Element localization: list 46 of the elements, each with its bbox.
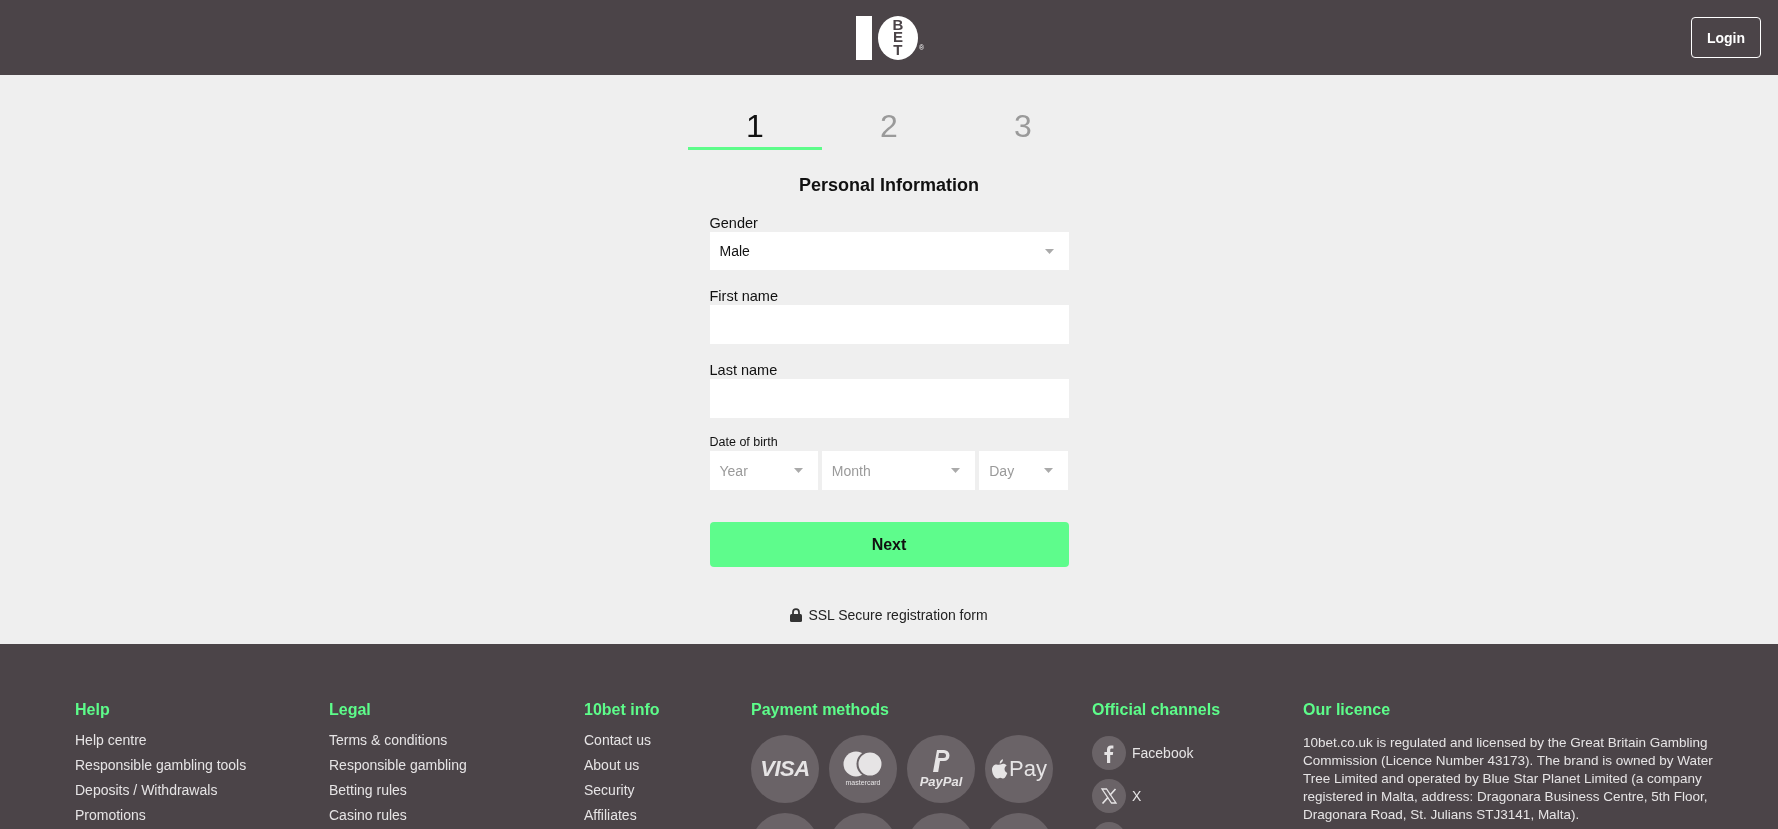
field-label: First name [709,287,778,305]
overlapping-circles-icon [843,751,883,777]
footer-link[interactable]: About us [584,756,640,775]
next-button[interactable]: Next [709,522,1069,567]
logo-bar-icon [855,15,872,60]
footer-heading: Help [75,700,110,720]
field-label: Date of birth [709,435,778,450]
caret-icon [793,468,803,473]
field-label: Last name [709,361,778,379]
login-button[interactable]: Login [1691,17,1761,58]
caret-icon [951,468,961,473]
step-tab[interactable]: 1 [688,106,822,150]
footer-heading: Official channels [1092,700,1221,720]
footer-link[interactable]: Affiliates [584,806,637,825]
footer-heading: Our licence [1303,700,1391,720]
footer-link[interactable]: Promotions [75,806,146,825]
lock-icon [790,608,803,622]
footer-link[interactable]: Terms & conditions [329,731,448,750]
field-label: Gender [709,214,758,232]
apple-icon [991,759,1009,779]
licence-text: 10bet.co.uk is regulated and licensed by the Great Britain Gambling Commission (Licence Number 43173). The brand is owned by Water Tree Limited and operated by Blue Star Planet Limited (a company registered in Malta, address: Dragonara Business Centre, 5th Floor, Dragonara Road, St. Julians STJ3141, Malta). [1303,734,1714,824]
payment-logo-text: VISA [760,757,810,781]
x-logo-icon[interactable] [1092,779,1126,813]
p-logo-icon [932,749,950,772]
footer-link[interactable]: Security [584,781,635,800]
footer-link[interactable]: Casino rules [329,806,407,825]
payment-logo-text: PayPal [919,773,963,789]
caret-icon [1044,248,1054,254]
footer-link[interactable]: Contact us [584,731,651,750]
footer-link[interactable]: Deposits / Withdrawals [75,781,218,800]
footer-heading: Legal [329,700,371,720]
channel-link[interactable]: X [1132,787,1142,805]
dropdown-field[interactable]: Male [709,232,1069,270]
footer-link[interactable]: Responsible gambling tools [75,756,247,775]
footer-heading: Payment methods [751,700,889,720]
footer-heading: 10bet info [584,700,660,720]
footer-link[interactable]: Betting rules [329,781,407,800]
footer-link[interactable]: Responsible gambling [329,756,467,775]
logo-wordmark: BET [877,15,918,60]
security-note: SSL Secure registration form [808,606,988,624]
payment-logo-text: Pay [1009,756,1047,782]
form-title: Personal Information [799,174,979,197]
caret-icon [1044,468,1054,473]
channel-link[interactable]: Facebook [1132,744,1194,762]
footer-link[interactable]: Help centre [75,731,147,750]
f-logo-icon[interactable] [1092,736,1126,770]
